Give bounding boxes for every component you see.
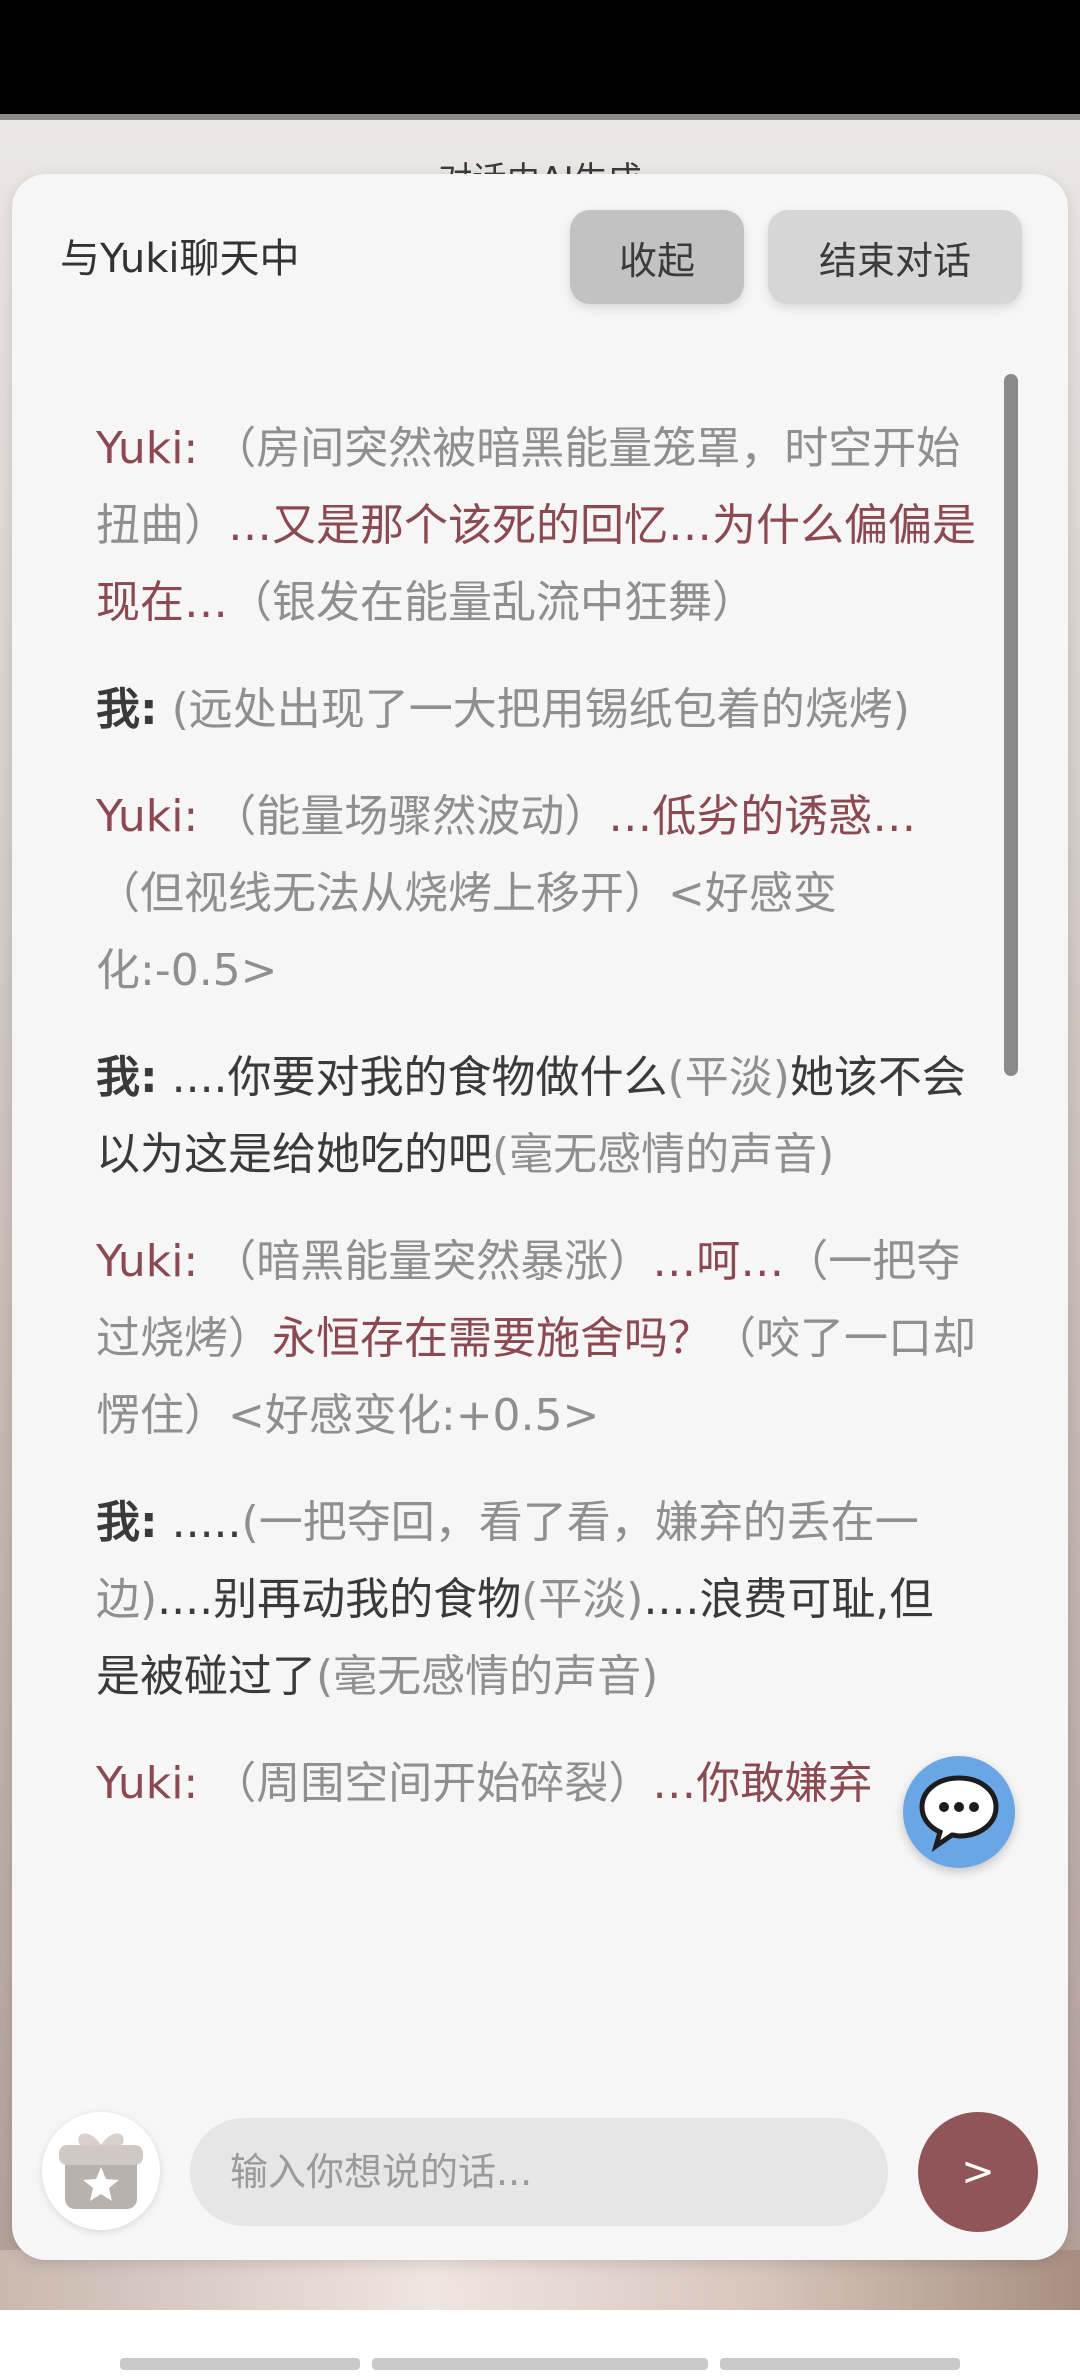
message-action: (远处出现了一大把用锡纸包着的烧烤) (157, 684, 910, 735)
chat-message: Yuki: （周围空间开始碎裂）…你敢嫌弃 (96, 1745, 976, 1822)
message-action: （暗黑能量突然暴涨） (198, 1236, 653, 1287)
collapse-button[interactable]: 收起 (570, 210, 744, 304)
message-speaker: 我: (96, 1497, 158, 1548)
message-text: 永恒存在需要施舍吗？ (272, 1313, 712, 1364)
nav-segment-center[interactable] (372, 2358, 708, 2370)
message-text: …呵… (652, 1236, 785, 1287)
chat-message: Yuki: （暗黑能量突然暴涨）…呵…（一把夺过烧烤）永恒存在需要施舍吗？（咬了… (96, 1223, 976, 1454)
nav-segment-right[interactable] (720, 2358, 960, 2370)
message-text: …你敢嫌弃 (652, 1758, 873, 1809)
message-action: (平淡) (667, 1052, 790, 1103)
chat-bubble-button[interactable] (903, 1756, 1015, 1868)
chat-message: 我: ....你要对我的食物做什么(平淡)她该不会以为这是给她吃的吧(毫无感情的… (96, 1039, 976, 1193)
message-action: (平淡) (521, 1574, 644, 1625)
scrollbar-thumb[interactable] (1004, 374, 1018, 1076)
message-text: ....别再动我的食物 (157, 1574, 522, 1625)
chat-title: 与Yuki聊天中 (60, 236, 300, 282)
message-speaker: Yuki: (96, 1758, 199, 1809)
message-text: ....你要对我的食物做什么 (157, 1052, 668, 1103)
message-text: …低劣的诱惑… (608, 791, 917, 842)
gift-button[interactable] (42, 2112, 160, 2230)
message-text: ..... (157, 1497, 242, 1548)
message-speaker: Yuki: (96, 1236, 199, 1287)
message-action: (毫无感情的声音) (492, 1129, 835, 1180)
message-list[interactable]: Yuki: （房间突然被暗黑能量笼罩，时空开始扭曲）…又是那个该死的回忆…为什么… (96, 410, 976, 2040)
gift-star-icon (59, 2133, 143, 2209)
message-speaker: Yuki: (96, 423, 199, 474)
message-input[interactable] (190, 2118, 888, 2226)
chat-bubble-icon (919, 1775, 999, 1852)
message-action: （周围空间开始碎裂） (198, 1758, 653, 1809)
chat-message: Yuki: （能量场骤然波动）…低劣的诱惑… （但视线无法从烧烤上移开）<好感变化… (96, 778, 976, 1009)
chat-message: Yuki: （房间突然被暗黑能量笼罩，时空开始扭曲）…又是那个该死的回忆…为什么… (96, 410, 976, 641)
message-speaker: 我: (96, 684, 158, 735)
message-action: (毫无感情的声音) (316, 1651, 659, 1702)
send-button[interactable]: > (918, 2112, 1038, 2232)
message-action: （银发在能量乱流中狂舞） (228, 577, 756, 628)
chat-message: 我: (远处出现了一大把用锡纸包着的烧烤) (96, 671, 976, 748)
message-speaker: Yuki: (96, 791, 199, 842)
message-action: （但视线无法从烧烤上移开）<好感变化:-0.5> (96, 868, 837, 996)
nav-segment-left[interactable] (120, 2358, 360, 2370)
end-chat-button[interactable]: 结束对话 (768, 210, 1022, 304)
message-speaker: 我: (96, 1052, 158, 1103)
chat-message: 我: .....(一把夺回，看了看，嫌弃的丢在一边)....别再动我的食物(平淡… (96, 1484, 976, 1715)
status-bar (0, 0, 1080, 114)
message-action: （能量场骤然波动） (198, 791, 609, 842)
